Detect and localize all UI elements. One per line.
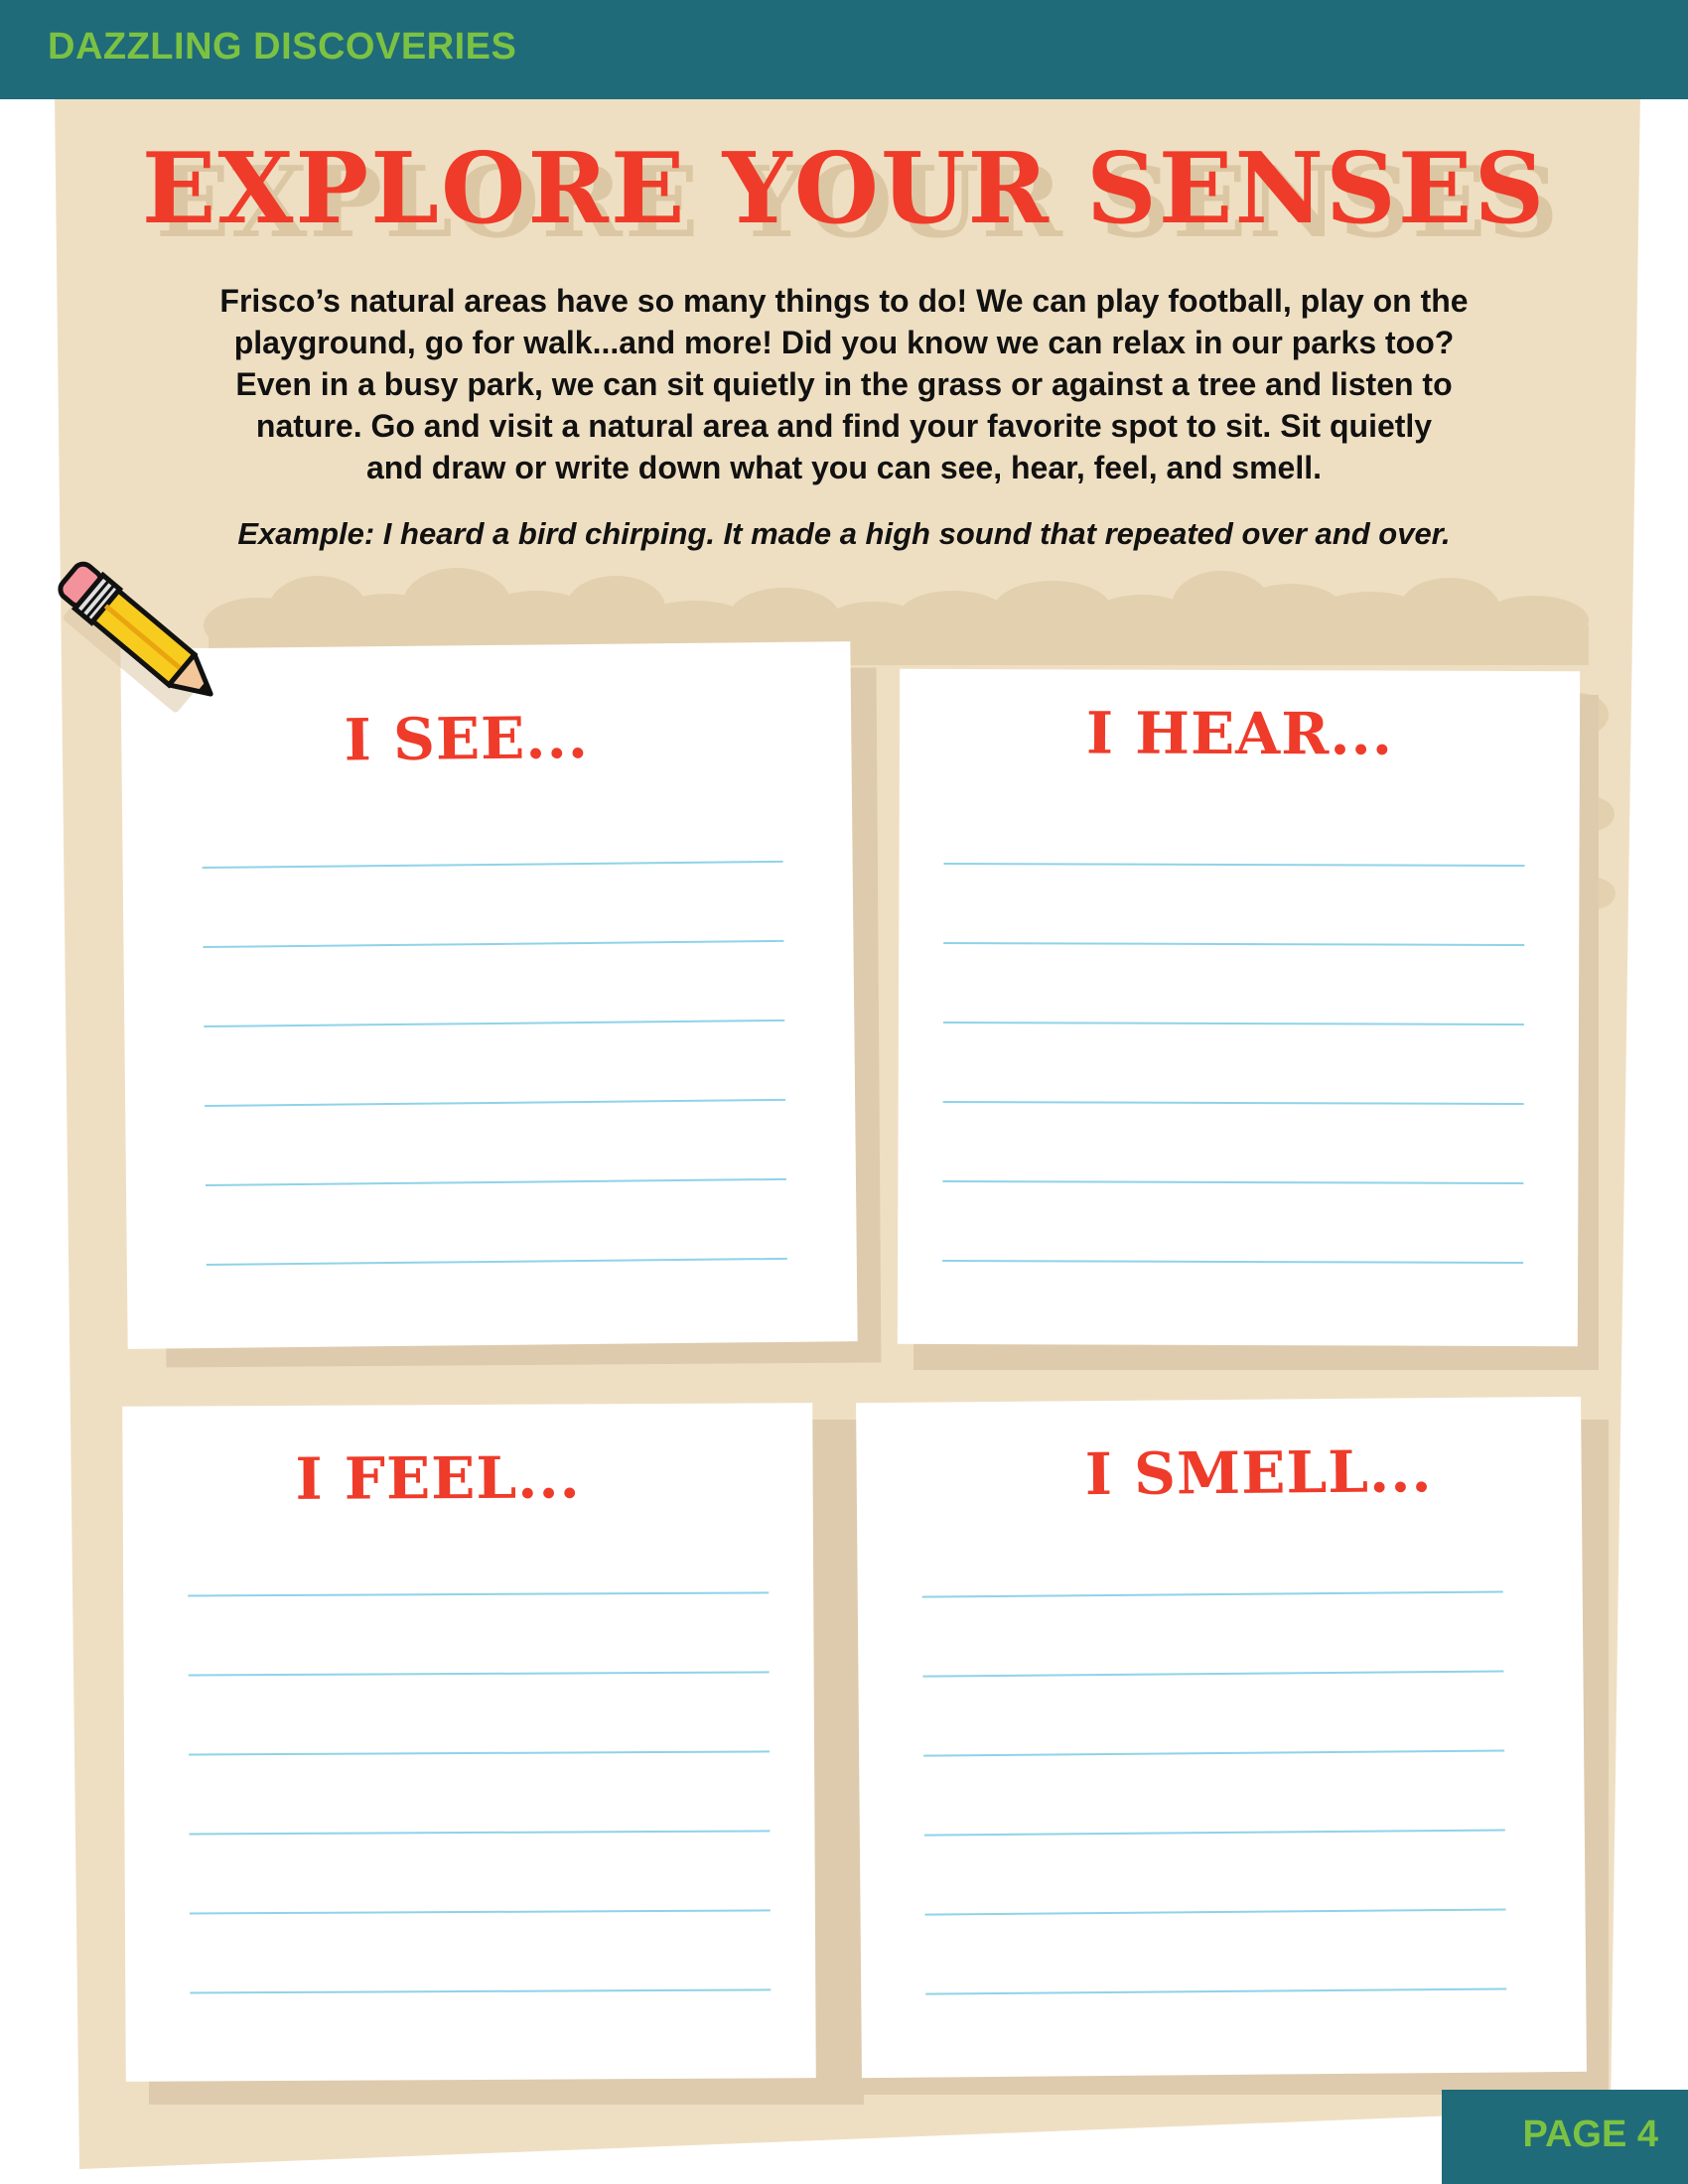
page-title: EXPLORE YOUR SENSES (141, 132, 1547, 246)
writing-line[interactable] (190, 1988, 772, 1994)
writing-line[interactable] (942, 1100, 1524, 1106)
writing-line[interactable] (925, 1987, 1507, 1995)
writing-line[interactable] (206, 1257, 787, 1266)
header-bar: DAZZLING DISCOVERIES (0, 0, 1688, 99)
writing-line[interactable] (205, 1177, 786, 1187)
intro-line: Even in a busy park, we can sit quietly … (235, 366, 1453, 402)
card-see: I SEE... (120, 641, 858, 1349)
writing-line[interactable] (923, 1749, 1505, 1757)
card-smell-title: I SMELL... (1084, 1437, 1433, 1509)
writing-line[interactable] (188, 1591, 770, 1597)
writing-line[interactable] (922, 1670, 1504, 1678)
page-number-tab: PAGE 4 (1442, 2090, 1688, 2184)
writing-line[interactable] (205, 1098, 786, 1108)
page-number: PAGE 4 (1522, 2114, 1658, 2155)
intro-line: Frisco’s natural areas have so many thin… (219, 283, 1469, 319)
writing-line[interactable] (942, 1179, 1524, 1185)
intro-paragraph: Frisco’s natural areas have so many thin… (199, 280, 1489, 488)
intro-line: playground, go for walk...and more! Did … (233, 325, 1455, 360)
intro-line: nature. Go and visit a natural area and … (255, 408, 1433, 444)
card-hear: I HEAR... (897, 668, 1581, 1347)
writing-line[interactable] (924, 1908, 1506, 1916)
writing-line[interactable] (203, 939, 784, 949)
example-text: Example: I heard a bird chirping. It mad… (237, 516, 1451, 551)
writing-line[interactable] (921, 1590, 1503, 1598)
writing-line[interactable] (943, 862, 1525, 868)
writing-line[interactable] (942, 1259, 1524, 1265)
card-feel: I FEEL... (122, 1403, 816, 2082)
writing-line[interactable] (202, 860, 783, 870)
title-wrap: EXPLORE YOUR SENSES (0, 141, 1688, 238)
writing-line[interactable] (189, 1909, 771, 1915)
writing-line[interactable] (189, 1750, 771, 1756)
card-feel-title: I FEEL... (295, 1443, 581, 1513)
header-title: DAZZLING DISCOVERIES (48, 26, 517, 68)
writing-line[interactable] (204, 1019, 785, 1028)
writing-line[interactable] (943, 941, 1525, 947)
pencil-icon (58, 561, 213, 713)
intro-line: and draw or write down what you can see,… (365, 450, 1323, 485)
writing-line[interactable] (188, 1671, 770, 1677)
writing-line[interactable] (942, 1021, 1524, 1026)
writing-line[interactable] (923, 1829, 1505, 1837)
writing-line[interactable] (189, 1830, 771, 1836)
card-hear-title: I HEAR... (1085, 699, 1394, 768)
card-smell: I SMELL... (856, 1396, 1587, 2079)
